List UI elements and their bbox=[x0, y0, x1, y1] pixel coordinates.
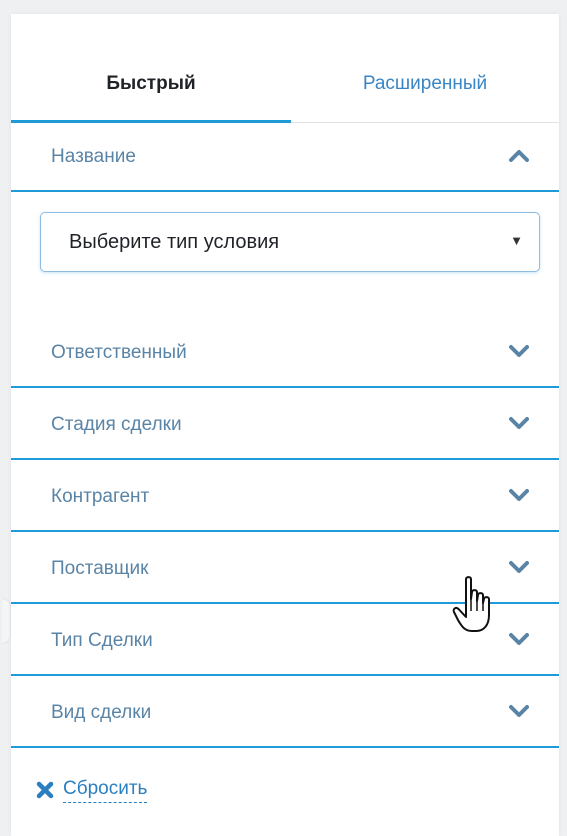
section-label: Название bbox=[51, 146, 136, 167]
tab-quick[interactable]: Быстрый bbox=[11, 14, 291, 122]
condition-type-select[interactable]: Выберите тип условия ▼ bbox=[40, 212, 540, 272]
section-divider bbox=[11, 190, 559, 192]
chevron-down-icon bbox=[509, 633, 529, 645]
section-label: Контрагент bbox=[51, 486, 150, 507]
chevron-down-icon bbox=[509, 345, 529, 357]
section-divider bbox=[11, 386, 559, 388]
section-header-counterparty[interactable]: Контрагент bbox=[11, 462, 559, 532]
section-header-responsible[interactable]: Ответственный bbox=[11, 318, 559, 388]
section-label: Стадия сделки bbox=[51, 414, 182, 435]
close-icon bbox=[36, 781, 54, 799]
section-divider bbox=[11, 530, 559, 532]
dropdown-caret-icon: ▼ bbox=[510, 233, 523, 248]
chevron-down-icon bbox=[509, 705, 529, 717]
section-header-deal-kind[interactable]: Вид сделки bbox=[11, 678, 559, 748]
filter-panel: Быстрый Расширенный Название Выберите ти… bbox=[11, 14, 559, 836]
section-label: Ответственный bbox=[51, 342, 187, 363]
section-label: Тип Сделки bbox=[51, 630, 153, 651]
section-divider bbox=[11, 746, 559, 748]
section-header-name[interactable]: Название bbox=[11, 122, 559, 192]
chevron-down-icon bbox=[509, 417, 529, 429]
section-label: Поставщик bbox=[51, 558, 149, 579]
section-divider bbox=[11, 674, 559, 676]
reset-label: Сбросить bbox=[63, 776, 148, 803]
chevron-up-icon bbox=[509, 150, 529, 162]
panel-edge-handle[interactable] bbox=[2, 598, 11, 644]
section-divider bbox=[11, 458, 559, 460]
chevron-down-icon bbox=[509, 561, 529, 573]
select-value: Выберите тип условия bbox=[69, 231, 280, 253]
section-header-deal-stage[interactable]: Стадия сделки bbox=[11, 390, 559, 460]
filter-tabs: Быстрый Расширенный bbox=[11, 14, 559, 123]
chevron-down-icon bbox=[509, 489, 529, 501]
section-label: Вид сделки bbox=[51, 702, 152, 723]
hand-pointer-icon bbox=[452, 576, 490, 632]
tab-extended[interactable]: Расширенный bbox=[291, 14, 559, 122]
